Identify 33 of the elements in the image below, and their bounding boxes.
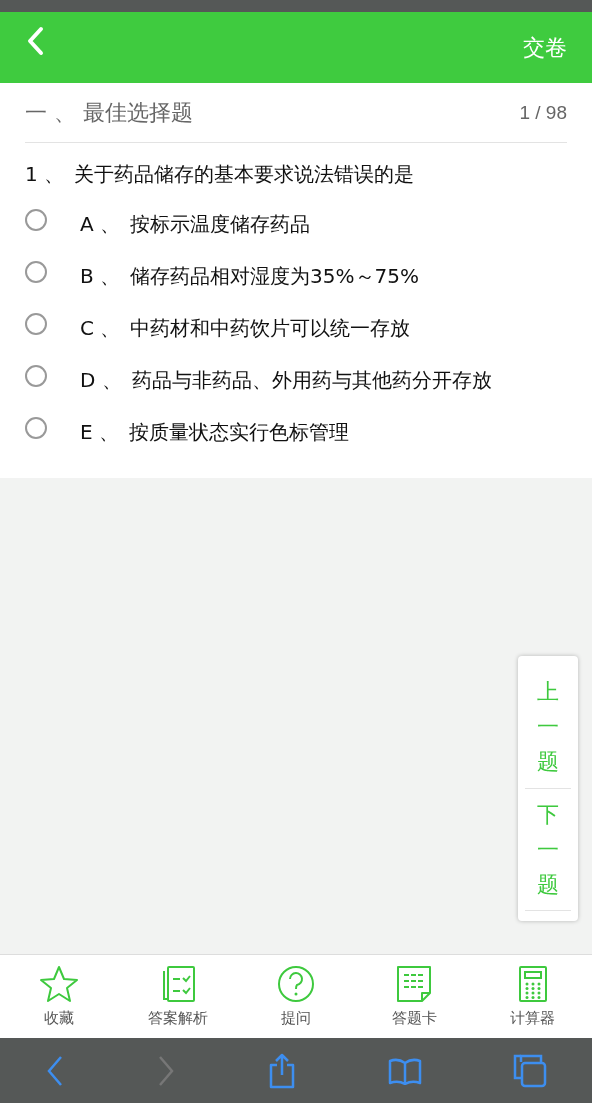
option-letter: C 、 <box>80 314 121 342</box>
radio-button[interactable] <box>25 209 47 231</box>
option-letter: B 、 <box>80 262 121 290</box>
toolbar-button[interactable]: 计算器 <box>477 965 588 1028</box>
option-letter: D 、 <box>80 366 122 394</box>
tabs-icon[interactable] <box>512 1053 547 1088</box>
toolbar-button[interactable]: 答题卡 <box>359 965 470 1028</box>
toolbar-button[interactable]: 收藏 <box>4 965 115 1028</box>
question-number: 1 、 <box>25 161 65 188</box>
star-icon <box>39 965 80 1003</box>
book-icon[interactable] <box>387 1056 422 1085</box>
help-icon <box>276 965 315 1003</box>
toolbar-button[interactable]: 提问 <box>240 965 351 1028</box>
answer-sheet-icon <box>396 965 433 1003</box>
section-title: 一 、 最佳选择题 <box>25 98 193 127</box>
radio-button[interactable] <box>25 261 47 283</box>
option-text: 储存药品相对湿度为35%～75% <box>130 262 419 290</box>
question-text: 关于药品储存的基本要求说法错误的是 <box>74 161 415 188</box>
calculator-icon <box>517 965 548 1003</box>
option-letter: E 、 <box>80 418 119 446</box>
share-icon[interactable] <box>267 1052 297 1089</box>
option-text: 中药材和中药饮片可以统一存放 <box>130 314 411 342</box>
radio-button[interactable] <box>25 313 47 335</box>
back-button[interactable] <box>25 25 45 56</box>
option-letter: A 、 <box>80 210 121 238</box>
radio-button[interactable] <box>25 417 47 439</box>
back-icon <box>25 25 45 56</box>
toolbar-button[interactable]: 答案解析 <box>122 965 233 1028</box>
radio-button[interactable] <box>25 365 47 387</box>
option-text: 按质量状态实行色标管理 <box>129 418 349 446</box>
option-text: 按标示温度储存药品 <box>130 210 311 238</box>
progress-counter: 1 / 98 <box>519 101 567 124</box>
option-text: 药品与非药品、外用药与其他药分开存放 <box>131 366 492 394</box>
